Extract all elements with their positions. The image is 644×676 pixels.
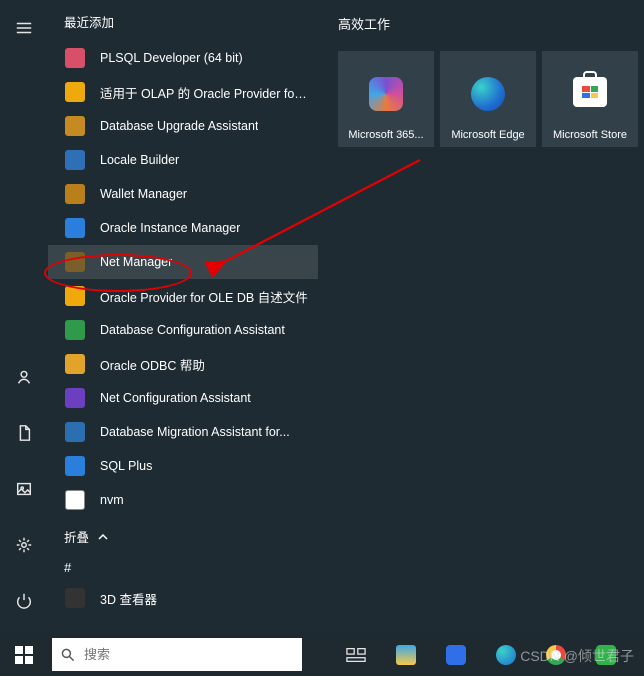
tile-m365[interactable]: Microsoft 365...: [338, 51, 434, 147]
start-button[interactable]: [0, 633, 48, 676]
tiles-area: 高效工作 Microsoft 365... Microsoft Edge Micro…: [318, 0, 644, 633]
settings-icon[interactable]: [0, 527, 48, 563]
app-item-dbmig[interactable]: Database Migration Assistant for...: [48, 415, 318, 449]
edge-button[interactable]: [486, 633, 526, 676]
locale-icon: [64, 149, 86, 171]
app-label: Oracle ODBC 帮助: [100, 355, 205, 374]
windows-icon: [15, 646, 33, 664]
instance-icon: [64, 217, 86, 239]
app-label: Oracle Instance Manager: [100, 221, 240, 235]
app-item-nvm[interactable]: nvm: [48, 483, 318, 517]
app-label: SQL Plus: [100, 459, 152, 473]
netmgr-icon: [64, 251, 86, 273]
task-view-button[interactable]: [336, 633, 376, 676]
olap-icon: [64, 81, 86, 103]
app-label: Wallet Manager: [100, 187, 187, 201]
oledb-icon: [64, 285, 86, 307]
app-label: Database Upgrade Assistant: [100, 119, 258, 133]
app-label: 适用于 OLAP 的 Oracle Provider for...: [100, 83, 308, 102]
fold-toggle[interactable]: 折叠: [48, 517, 318, 554]
app-item-dbupg[interactable]: Database Upgrade Assistant: [48, 109, 318, 143]
plsql-icon: [64, 47, 86, 69]
app-item-wallet[interactable]: Wallet Manager: [48, 177, 318, 211]
left-rail: [0, 0, 48, 633]
app-item-odbc[interactable]: Oracle ODBC 帮助: [48, 347, 318, 381]
app-item-netmgr[interactable]: Net Manager: [48, 245, 318, 279]
app-label: Database Configuration Assistant: [100, 323, 285, 337]
app-label: 3D 查看器: [100, 589, 157, 608]
app-item-oledb[interactable]: Oracle Provider for OLE DB 自述文件: [48, 279, 318, 313]
wechat-button[interactable]: [586, 633, 626, 676]
dbca-icon: [64, 319, 86, 341]
app-item-3d[interactable]: 3D 查看器: [48, 581, 318, 615]
power-icon[interactable]: [0, 583, 48, 619]
m365-icon: [338, 77, 434, 111]
wechat-icon: [596, 645, 616, 665]
app-label: Net Manager: [100, 255, 172, 269]
video-app-button[interactable]: [436, 633, 476, 676]
chrome-icon: [546, 645, 566, 665]
taskbar-buttons: [336, 633, 626, 676]
dbupg-icon: [64, 115, 86, 137]
app-item-netca[interactable]: Net Configuration Assistant: [48, 381, 318, 415]
chevron-up-icon: [97, 531, 109, 543]
recent-header[interactable]: 最近添加: [48, 12, 318, 41]
tile-store[interactable]: Microsoft Store: [542, 51, 638, 147]
task-view-icon: [346, 647, 366, 663]
odbc-icon: [64, 353, 86, 375]
nvm-icon: [64, 489, 86, 511]
app-label: Locale Builder: [100, 153, 179, 167]
app-label: nvm: [100, 493, 124, 507]
explorer-icon: [396, 645, 416, 665]
tile-label: Microsoft Store: [553, 129, 627, 141]
chrome-button[interactable]: [536, 633, 576, 676]
video-app-icon: [446, 645, 466, 665]
app-item-plsql[interactable]: PLSQL Developer (64 bit): [48, 41, 318, 75]
tile-label: Microsoft Edge: [451, 129, 524, 141]
3d-icon: [64, 587, 86, 609]
wallet-icon: [64, 183, 86, 205]
tile-label: Microsoft 365...: [348, 129, 423, 141]
app-label: Database Migration Assistant for...: [100, 425, 290, 439]
fold-label: 折叠: [64, 527, 89, 546]
explorer-button[interactable]: [386, 633, 426, 676]
search-box[interactable]: [52, 638, 302, 671]
search-input[interactable]: [84, 647, 294, 662]
pictures-icon[interactable]: [0, 471, 48, 507]
documents-icon[interactable]: [0, 415, 48, 451]
app-item-instance[interactable]: Oracle Instance Manager: [48, 211, 318, 245]
app-item-locale[interactable]: Locale Builder: [48, 143, 318, 177]
search-icon: [60, 647, 76, 663]
app-item-dbca[interactable]: Database Configuration Assistant: [48, 313, 318, 347]
app-item-sqlplus[interactable]: SQL Plus: [48, 449, 318, 483]
taskbar: [0, 633, 644, 676]
netca-icon: [64, 387, 86, 409]
app-label: Net Configuration Assistant: [100, 391, 251, 405]
edge-icon: [496, 645, 516, 665]
app-label: PLSQL Developer (64 bit): [100, 51, 243, 65]
letter-header[interactable]: #: [48, 554, 318, 581]
app-label: Oracle Provider for OLE DB 自述文件: [100, 287, 308, 306]
app-item-olap[interactable]: 适用于 OLAP 的 Oracle Provider for...: [48, 75, 318, 109]
tile-edge[interactable]: Microsoft Edge: [440, 51, 536, 147]
store-icon: [542, 77, 638, 107]
sqlplus-icon: [64, 455, 86, 477]
start-menu: 最近添加 PLSQL Developer (64 bit) 适用于 OLAP 的 …: [0, 0, 644, 633]
tiles-header[interactable]: 高效工作: [338, 14, 644, 33]
user-icon[interactable]: [0, 359, 48, 395]
apps-list: 最近添加 PLSQL Developer (64 bit) 适用于 OLAP 的 …: [48, 0, 318, 633]
hamburger-icon[interactable]: [0, 10, 48, 46]
edge-icon: [440, 77, 536, 111]
dbmig-icon: [64, 421, 86, 443]
